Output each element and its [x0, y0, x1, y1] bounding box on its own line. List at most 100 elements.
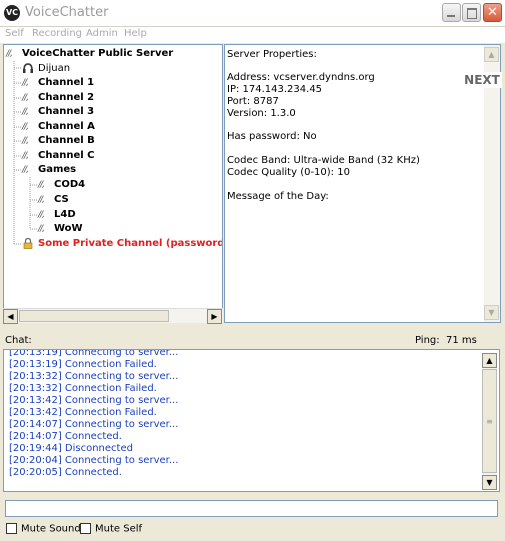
tree-game-node[interactable]: //, COD4: [38, 178, 85, 192]
channel-icon: //,: [22, 165, 29, 175]
channel-icon: //,: [38, 180, 45, 190]
channel-label: Channel 1: [38, 77, 95, 88]
tree-channel-node[interactable]: //, Channel 1: [22, 76, 94, 90]
title-bar: VC VoiceChatter ✕: [0, 0, 505, 27]
chat-log-line: [20:20:05] Connected.: [9, 467, 122, 478]
tree-channel-node[interactable]: //, Channel B: [22, 134, 95, 148]
games-label: Games: [38, 164, 77, 175]
maximize-button[interactable]: [462, 3, 481, 22]
codec-quality: Codec Quality (0-10): 10: [227, 167, 350, 178]
tree-server-node[interactable]: //, VoiceChatter Public Server: [6, 47, 173, 61]
channel-icon: //,: [22, 136, 29, 146]
mute-self-label: Mute Self: [95, 523, 143, 535]
ping-value: 71 ms: [446, 335, 477, 346]
channel-icon: //,: [22, 122, 29, 132]
tree-horizontal-scrollbar[interactable]: ◀ ▶: [3, 308, 223, 324]
channel-label: Channel 2: [38, 92, 95, 103]
server-ip: IP: 174.143.234.45: [227, 84, 323, 95]
scroll-left-icon[interactable]: ◀: [3, 309, 18, 324]
mute-sound-option[interactable]: Mute Sound: [6, 523, 81, 535]
channel-icon: //,: [38, 195, 45, 205]
channel-tree[interactable]: //, VoiceChatter Public Server Dijuan //,…: [3, 44, 223, 323]
chat-log[interactable]: [20:13:19] Connecting to server... [20:1…: [3, 349, 500, 492]
chat-log-line: [20:20:04] Connecting to server...: [9, 455, 179, 466]
chat-log-line: [20:14:07] Connecting to server...: [9, 419, 179, 430]
menu-help[interactable]: Help: [124, 28, 147, 39]
menu-self[interactable]: Self: [5, 28, 24, 39]
game-label: COD4: [54, 179, 86, 190]
channel-label: Channel 3: [38, 106, 95, 117]
scroll-up-icon[interactable]: ▲: [482, 353, 497, 368]
ping-label: Ping:: [415, 335, 440, 346]
ping-indicator: Ping: 71 ms: [415, 335, 477, 346]
menu-bar: Self Recording Admin Help: [0, 27, 505, 43]
channel-icon: //,: [38, 224, 45, 234]
close-button[interactable]: ✕: [483, 3, 502, 22]
scroll-thumb[interactable]: [19, 310, 169, 322]
chat-log-line: [20:19:44] Disconnected: [9, 443, 133, 454]
tree-channel-node[interactable]: //, Channel A: [22, 120, 95, 134]
game-label: L4D: [54, 209, 76, 220]
scroll-thumb[interactable]: ≡: [482, 369, 497, 473]
mute-self-option[interactable]: Mute Self: [80, 523, 142, 535]
channel-icon: //,: [38, 210, 45, 220]
channel-icon: //,: [22, 151, 29, 161]
tree-private-channel-node[interactable]: Some Private Channel (password is: [22, 237, 223, 254]
user-name: Dijuan: [38, 63, 71, 74]
app-window: VC VoiceChatter ✕ Self Recording Admin H…: [0, 0, 505, 541]
server-port: Port: 8787: [227, 96, 279, 107]
chat-log-line: [20:13:32] Connection Failed.: [9, 383, 157, 394]
menu-admin[interactable]: Admin: [86, 28, 118, 39]
codec-band: Codec Band: Ultra-wide Band (32 KHz): [227, 155, 420, 166]
next-button[interactable]: NEXT: [462, 72, 502, 88]
scroll-down-icon[interactable]: ▼: [484, 305, 499, 320]
menu-recording[interactable]: Recording: [32, 28, 82, 39]
channel-icon: //,: [22, 78, 29, 88]
chat-label: Chat:: [5, 335, 32, 346]
channel-icon: //,: [6, 49, 13, 59]
server-version: Version: 1.3.0: [227, 108, 296, 119]
channel-icon: //,: [22, 107, 29, 117]
chat-log-line: [20:13:42] Connection Failed.: [9, 407, 157, 418]
properties-heading: Server Properties:: [227, 49, 317, 60]
message-of-the-day: Message of the Day:: [227, 191, 329, 202]
tree-user-node[interactable]: Dijuan: [22, 62, 70, 76]
private-channel-label: Some Private Channel (password is: [38, 238, 223, 249]
server-properties-panel: Server Properties: Address: vcserver.dyn…: [224, 44, 501, 323]
tree-games-node[interactable]: //, Games: [22, 163, 76, 177]
scroll-right-icon[interactable]: ▶: [207, 309, 222, 324]
channel-label: Channel B: [38, 135, 95, 146]
tree-game-node[interactable]: //, L4D: [38, 208, 76, 222]
game-label: WoW: [54, 223, 83, 234]
scroll-down-icon[interactable]: ▼: [482, 475, 497, 490]
scroll-up-icon[interactable]: ▲: [484, 47, 499, 62]
mute-self-checkbox[interactable]: [80, 523, 91, 534]
channel-label: Channel C: [38, 150, 95, 161]
game-label: CS: [54, 194, 69, 205]
server-password: Has password: No: [227, 131, 317, 142]
chat-header: Chat: Ping: 71 ms: [0, 333, 505, 347]
chat-vertical-scrollbar[interactable]: ▲ ≡ ▼: [482, 353, 497, 490]
headset-logo-icon: VC: [4, 5, 20, 21]
chat-log-line: [20:14:07] Connected.: [9, 431, 122, 442]
chat-log-line: [20:13:32] Connecting to server...: [9, 371, 179, 382]
chat-log-line: [20:13:19] Connection Failed.: [9, 359, 157, 370]
mute-sound-checkbox[interactable]: [6, 523, 17, 534]
server-address: Address: vcserver.dyndns.org: [227, 72, 375, 83]
tree-game-node[interactable]: //, CS: [38, 193, 69, 207]
channel-icon: //,: [22, 93, 29, 103]
tree-channel-node[interactable]: //, Channel 2: [22, 91, 94, 105]
server-name: VoiceChatter Public Server: [22, 48, 174, 59]
close-icon: ✕: [487, 5, 498, 20]
window-title: VoiceChatter: [25, 5, 109, 20]
channel-label: Channel A: [38, 121, 95, 132]
chat-log-line: [20:13:42] Connecting to server...: [9, 395, 179, 406]
chat-log-line: [20:13:19] Connecting to server...: [9, 349, 179, 358]
mute-sound-label: Mute Sound: [21, 523, 81, 535]
tree-game-node[interactable]: //, WoW: [38, 222, 83, 236]
chat-input[interactable]: [5, 500, 498, 517]
minimize-button[interactable]: [442, 3, 461, 22]
lock-icon: [22, 237, 38, 254]
tree-channel-node[interactable]: //, Channel C: [22, 149, 94, 163]
tree-channel-node[interactable]: //, Channel 3: [22, 105, 94, 119]
